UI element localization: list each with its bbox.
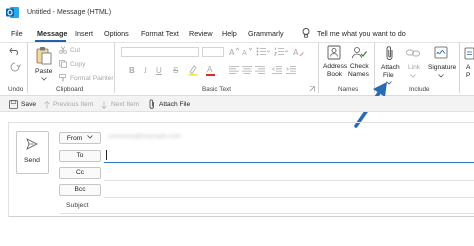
undo-icon[interactable] — [9, 46, 21, 56]
next-item-icon[interactable] — [101, 101, 107, 109]
apps-label-line2[interactable]: P — [466, 72, 470, 79]
divider — [27, 42, 28, 93]
copy-button[interactable]: Copy — [70, 61, 85, 68]
font-size-box[interactable] — [202, 47, 224, 57]
check-names-line2[interactable]: Names — [348, 71, 369, 78]
clear-formatting-icon[interactable]: A — [293, 47, 304, 57]
paperclip-icon[interactable] — [149, 99, 155, 110]
link-button[interactable]: Link — [408, 64, 420, 71]
compose-left-border — [8, 122, 9, 217]
from-value: someone@example.com — [108, 133, 182, 140]
from-label: From — [66, 134, 83, 142]
to-button[interactable]: To — [59, 150, 101, 162]
svg-text:A: A — [229, 48, 235, 56]
tab-format-text[interactable]: Format Text — [141, 29, 179, 38]
divider — [318, 42, 319, 93]
check-names-icon[interactable] — [351, 45, 367, 60]
bcc-button[interactable]: Bcc — [59, 184, 101, 196]
copy-icon[interactable] — [59, 60, 67, 68]
to-field-underline[interactable] — [104, 162, 474, 163]
attach-file-line2[interactable]: File — [383, 72, 394, 79]
link-dropdown-icon[interactable] — [410, 74, 416, 78]
compose-top-border — [8, 122, 474, 123]
window-title: Untitled - Message (HTML) — [27, 9, 112, 16]
save-button[interactable]: Save — [21, 101, 36, 108]
decrease-indent-icon[interactable] — [272, 66, 282, 74]
address-book-line1[interactable]: Address — [323, 63, 347, 70]
signature-button[interactable]: Signature — [428, 64, 456, 71]
save-icon[interactable] — [9, 100, 18, 109]
divider — [114, 42, 115, 93]
font-name-box[interactable] — [121, 47, 199, 57]
align-center-icon[interactable] — [242, 66, 252, 74]
tab-grammarly[interactable]: Grammarly — [248, 29, 284, 38]
attach-file-qat-button[interactable]: Attach File — [159, 101, 190, 108]
to-cursor — [106, 150, 107, 160]
tab-help[interactable]: Help — [222, 29, 237, 38]
redo-icon[interactable] — [9, 62, 21, 72]
basic-text-launcher-icon[interactable] — [309, 86, 315, 92]
align-left-icon[interactable] — [229, 66, 239, 74]
tab-message[interactable]: Message — [37, 29, 67, 38]
signature-dropdown-icon[interactable] — [438, 74, 444, 78]
send-icon — [26, 138, 38, 150]
tab-options[interactable]: Options — [104, 29, 129, 38]
align-right-icon[interactable] — [255, 66, 265, 74]
divider — [459, 42, 460, 93]
strikethrough-button[interactable]: S — [173, 66, 178, 75]
cc-field-underline[interactable] — [104, 180, 474, 181]
address-book-icon[interactable] — [327, 45, 341, 60]
cc-button[interactable]: Cc — [59, 167, 101, 179]
italic-button[interactable]: I — [144, 66, 147, 75]
clipboard-group-label: Clipboard — [56, 86, 84, 93]
signature-icon[interactable] — [434, 45, 448, 60]
font-color-button[interactable]: A — [207, 65, 212, 74]
attach-file-icon[interactable] — [385, 45, 395, 61]
link-icon[interactable] — [406, 48, 420, 58]
cut-button[interactable]: Cut — [70, 47, 80, 54]
previous-item-icon[interactable] — [44, 101, 50, 109]
grow-font-icon[interactable]: A — [229, 47, 239, 56]
undo-group-label: Undo — [8, 86, 24, 93]
subject-label: Subject — [66, 202, 89, 209]
apps-icon[interactable] — [464, 47, 474, 60]
basic-text-group-label: Basic Text — [202, 86, 232, 93]
bold-button[interactable]: B — [129, 66, 135, 75]
chevron-down-icon — [87, 133, 93, 143]
tab-insert[interactable]: Insert — [75, 29, 93, 38]
underline-button[interactable]: U — [156, 66, 162, 75]
paste-icon[interactable] — [36, 46, 52, 65]
format-painter-icon[interactable] — [59, 74, 67, 82]
next-item-button[interactable]: Next Item — [111, 101, 139, 108]
outlook-logo-icon — [6, 6, 19, 19]
font-color-swatch — [206, 74, 215, 76]
paste-dropdown-icon[interactable] — [41, 77, 47, 81]
cut-icon[interactable] — [59, 46, 67, 54]
previous-item-button[interactable]: Previous Item — [53, 101, 93, 108]
bcc-field-underline[interactable] — [104, 197, 474, 198]
apps-label-line1[interactable]: A — [466, 64, 470, 71]
shrink-font-icon[interactable]: A — [242, 47, 252, 56]
svg-text:A: A — [242, 49, 247, 56]
increase-indent-icon[interactable] — [286, 66, 296, 74]
send-label: Send — [24, 157, 40, 164]
check-names-line1[interactable]: Check — [350, 63, 369, 70]
highlight-icon[interactable] — [188, 65, 200, 76]
from-button[interactable]: From — [59, 132, 101, 144]
attach-file-line1[interactable]: Attach — [381, 64, 400, 71]
paste-button[interactable]: Paste — [35, 68, 52, 75]
bullets-icon[interactable] — [256, 47, 270, 56]
tab-review[interactable]: Review — [189, 29, 213, 38]
message-body[interactable] — [8, 217, 474, 246]
format-painter-button[interactable]: Format Painter — [70, 75, 114, 82]
include-group-label: Include — [409, 86, 430, 93]
lightbulb-icon — [302, 28, 310, 38]
tell-me-search[interactable]: Tell me what you want to do — [317, 29, 406, 38]
numbering-icon[interactable] — [274, 47, 288, 56]
subject-field-underline[interactable] — [60, 213, 474, 214]
tab-file[interactable]: File — [11, 29, 23, 38]
svg-text:A: A — [293, 48, 299, 57]
address-book-line2[interactable]: Book — [327, 71, 342, 78]
